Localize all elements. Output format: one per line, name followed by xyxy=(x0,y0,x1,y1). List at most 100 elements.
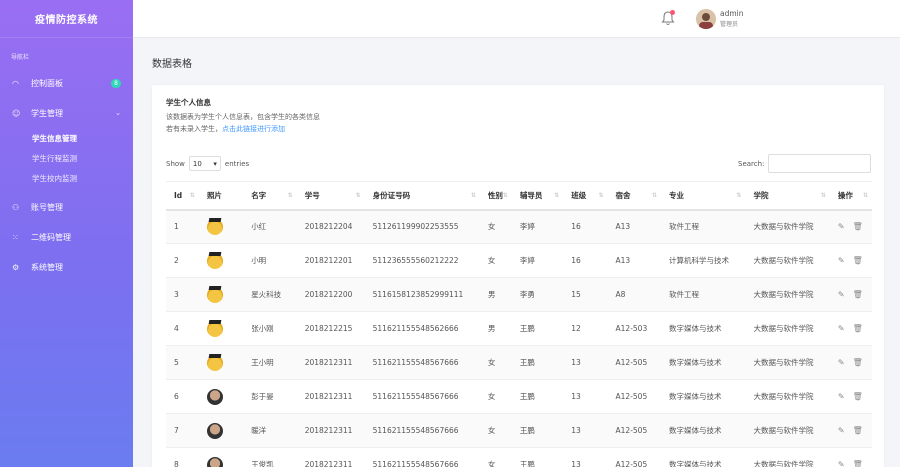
cell-idno: 511236555560212222 xyxy=(364,243,480,278)
delete-icon[interactable]: 🗑 xyxy=(853,358,863,367)
column-header[interactable]: Id ⇅ xyxy=(166,181,199,211)
column-header-label: 学院 xyxy=(753,190,769,200)
photo-cell xyxy=(198,209,244,244)
delete-icon[interactable]: 🗑 xyxy=(853,290,863,299)
column-header[interactable]: 照片 xyxy=(198,181,244,211)
page-size-value: 10 xyxy=(192,159,202,168)
card-description: 该数据表为学生个人信息表，包含学生的各类信息 xyxy=(166,113,320,121)
cell-idno: 511621155548567666 xyxy=(364,345,480,380)
sidebar-item-students[interactable]: ☺ 学生管理 ⌄ xyxy=(0,98,133,128)
cell-id: 2 xyxy=(166,243,199,278)
user-name[interactable]: admin xyxy=(720,9,744,18)
sidebar-item-qrcode[interactable]: ⁙ 二维码管理 xyxy=(0,222,133,252)
cell-sex: 女 xyxy=(479,447,512,467)
delete-icon[interactable]: 🗑 xyxy=(853,392,863,401)
actions-cell: ✎ 🗑 xyxy=(829,379,872,414)
cell-sex: 男 xyxy=(479,277,512,312)
cell-major: 软件工程 xyxy=(661,277,746,312)
column-header[interactable]: 操作 ⇅ xyxy=(829,181,872,211)
column-header[interactable]: 宿舍 ⇅ xyxy=(607,181,662,211)
column-header-label: Id xyxy=(174,190,183,200)
column-header-label: 操作 xyxy=(837,190,853,200)
cell-idno: 511621155548562666 xyxy=(364,311,480,346)
column-header[interactable]: 专业 ⇅ xyxy=(661,181,746,211)
column-header[interactable]: 名字 ⇅ xyxy=(243,181,297,211)
column-header[interactable]: 班级 ⇅ xyxy=(563,181,608,211)
sort-icon: ⇅ xyxy=(502,192,508,199)
cell-dorm: A12-505 xyxy=(607,413,662,448)
cell-sid: 2018212204 xyxy=(296,209,365,244)
edit-icon[interactable]: ✎ xyxy=(838,426,845,435)
sidebar-item-system[interactable]: ⚙ 系统管理 xyxy=(0,252,133,282)
sort-icon: ⇅ xyxy=(736,192,742,199)
cell-sex: 女 xyxy=(479,243,512,278)
cell-dorm: A13 xyxy=(607,243,662,278)
column-header[interactable]: 学号 ⇅ xyxy=(296,181,365,211)
sort-icon: ⇅ xyxy=(862,192,868,199)
delete-icon[interactable]: 🗑 xyxy=(853,460,863,467)
dashboard-icon: ◠ xyxy=(12,78,19,88)
edit-icon[interactable]: ✎ xyxy=(838,358,845,367)
edit-icon[interactable]: ✎ xyxy=(838,324,845,333)
edit-icon[interactable]: ✎ xyxy=(838,460,845,467)
cell-college: 大数据与软件学院 xyxy=(745,277,830,312)
column-header[interactable]: 辅导员 ⇅ xyxy=(511,181,564,211)
add-student-link[interactable]: 点击此链接进行添加 xyxy=(222,125,285,133)
avatar[interactable] xyxy=(696,9,716,29)
sidebar-item-label: 二维码管理 xyxy=(31,232,71,242)
edit-icon[interactable]: ✎ xyxy=(838,392,845,401)
actions-cell: ✎ 🗑 xyxy=(829,345,872,380)
cell-college: 大数据与软件学院 xyxy=(745,311,830,346)
cell-idno: 511261199902253555 xyxy=(364,209,480,244)
delete-icon[interactable]: 🗑 xyxy=(853,324,863,333)
cell-college: 大数据与软件学院 xyxy=(745,243,830,278)
cell-dorm: A12-503 xyxy=(607,311,662,346)
cell-sex: 女 xyxy=(479,379,512,414)
delete-icon[interactable]: 🗑 xyxy=(853,222,863,231)
student-photo xyxy=(206,456,223,467)
student-photo xyxy=(206,252,223,269)
actions-cell: ✎ 🗑 xyxy=(829,413,872,448)
user-role: 管理员 xyxy=(720,21,739,28)
cell-cls: 15 xyxy=(563,277,608,312)
sidebar-item-accounts[interactable]: ⚇ 账号管理 xyxy=(0,192,133,222)
app-title: 疫情防控系统 xyxy=(0,0,133,38)
sidebar-subitem-campus-monitor[interactable]: 学生校内监测 xyxy=(0,168,133,188)
edit-icon[interactable]: ✎ xyxy=(838,222,845,231)
cell-dorm: A12-505 xyxy=(607,345,662,380)
photo-cell xyxy=(198,277,244,312)
cell-sex: 女 xyxy=(479,209,512,244)
page-size-select[interactable]: 10 ▾ xyxy=(188,156,221,171)
sidebar-subitem-trip-monitor[interactable]: 学生行程监测 xyxy=(0,148,133,168)
sort-icon: ⇅ xyxy=(189,192,195,199)
delete-icon[interactable]: 🗑 xyxy=(853,256,863,265)
student-photo xyxy=(206,320,223,337)
cell-name: 王俊凯 xyxy=(243,447,297,467)
column-header[interactable]: 学院 ⇅ xyxy=(745,181,830,211)
table-row: 3 星火科技 2018212200 5116158123852999111 男李勇 15 A… xyxy=(166,277,872,312)
cell-id: 1 xyxy=(166,209,199,244)
cell-major: 数字媒体与技术 xyxy=(661,311,746,346)
nav-caption: 导航栏 xyxy=(11,54,30,61)
table-header-row: Id ⇅ 照片 名字 ⇅ 学号 ⇅ 身份证号码 ⇅ 性别 ⇅ 辅导员 ⇅ 班级 ⇅ 宿舍 ⇅ 专业 ⇅ 学院 ⇅ 操作 ⇅ xyxy=(166,181,872,211)
delete-icon[interactable]: 🗑 xyxy=(853,426,863,435)
actions-cell: ✎ 🗑 xyxy=(829,447,872,467)
column-header-label: 学号 xyxy=(304,190,320,200)
column-header[interactable]: 身份证号码 ⇅ xyxy=(364,181,480,211)
search-input[interactable] xyxy=(768,154,872,173)
edit-icon[interactable]: ✎ xyxy=(838,290,845,299)
cell-college: 大数据与软件学院 xyxy=(745,209,830,244)
photo-cell xyxy=(198,413,244,448)
cell-idno: 511621155548567666 xyxy=(364,447,480,467)
cell-cls: 12 xyxy=(563,311,608,346)
table-row: 4 张小刚 2018212215 511621155548562666 男王鹏 12 A12… xyxy=(166,311,872,346)
sidebar-item-dashboard[interactable]: ◠ 控制面板 8 xyxy=(0,68,133,98)
edit-icon[interactable]: ✎ xyxy=(838,256,845,265)
count-badge: 8 xyxy=(111,78,121,88)
cell-tutor: 王鹏 xyxy=(511,345,564,380)
sidebar-subitem-student-info[interactable]: 学生信息管理 xyxy=(0,128,133,148)
cell-tutor: 王鹏 xyxy=(511,311,564,346)
card-title: 学生个人信息 xyxy=(166,98,211,107)
cell-cls: 13 xyxy=(563,447,608,467)
column-header[interactable]: 性别 ⇅ xyxy=(479,181,512,211)
